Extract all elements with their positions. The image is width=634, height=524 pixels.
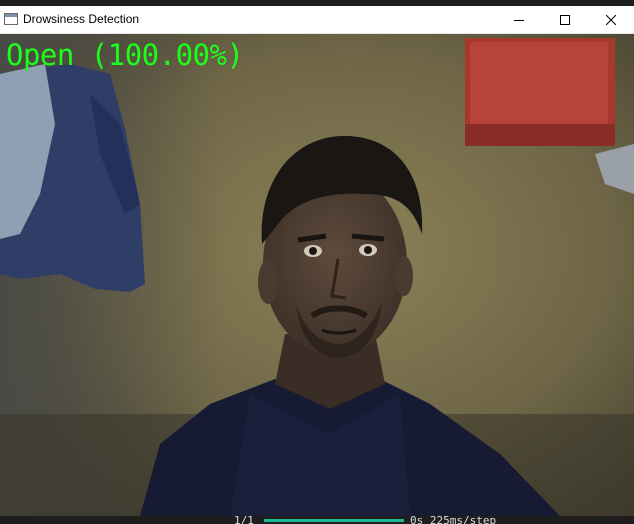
minimize-icon: [514, 20, 524, 21]
minimize-button[interactable]: [496, 6, 542, 34]
terminal-output: 1/1 0s 225ms/step: [0, 516, 634, 524]
step-timing: 0s 225ms/step: [410, 516, 497, 524]
maximize-icon: [560, 15, 570, 25]
camera-feed: Open (100.00%): [0, 34, 634, 516]
webcam-image: [0, 34, 634, 516]
progress-fill: [264, 519, 404, 522]
close-button[interactable]: [588, 6, 634, 34]
step-counter: 1/1: [234, 516, 254, 524]
app-window: Drowsiness Detection Open (100.00%): [0, 6, 634, 516]
app-window-icon: [4, 13, 18, 25]
eye-status-label: Open (100.00%): [6, 38, 244, 72]
maximize-button[interactable]: [542, 6, 588, 34]
close-icon: [606, 15, 616, 25]
window-title: Drowsiness Detection: [23, 12, 140, 26]
progress-bar: [264, 519, 404, 522]
title-bar[interactable]: Drowsiness Detection: [0, 6, 634, 34]
